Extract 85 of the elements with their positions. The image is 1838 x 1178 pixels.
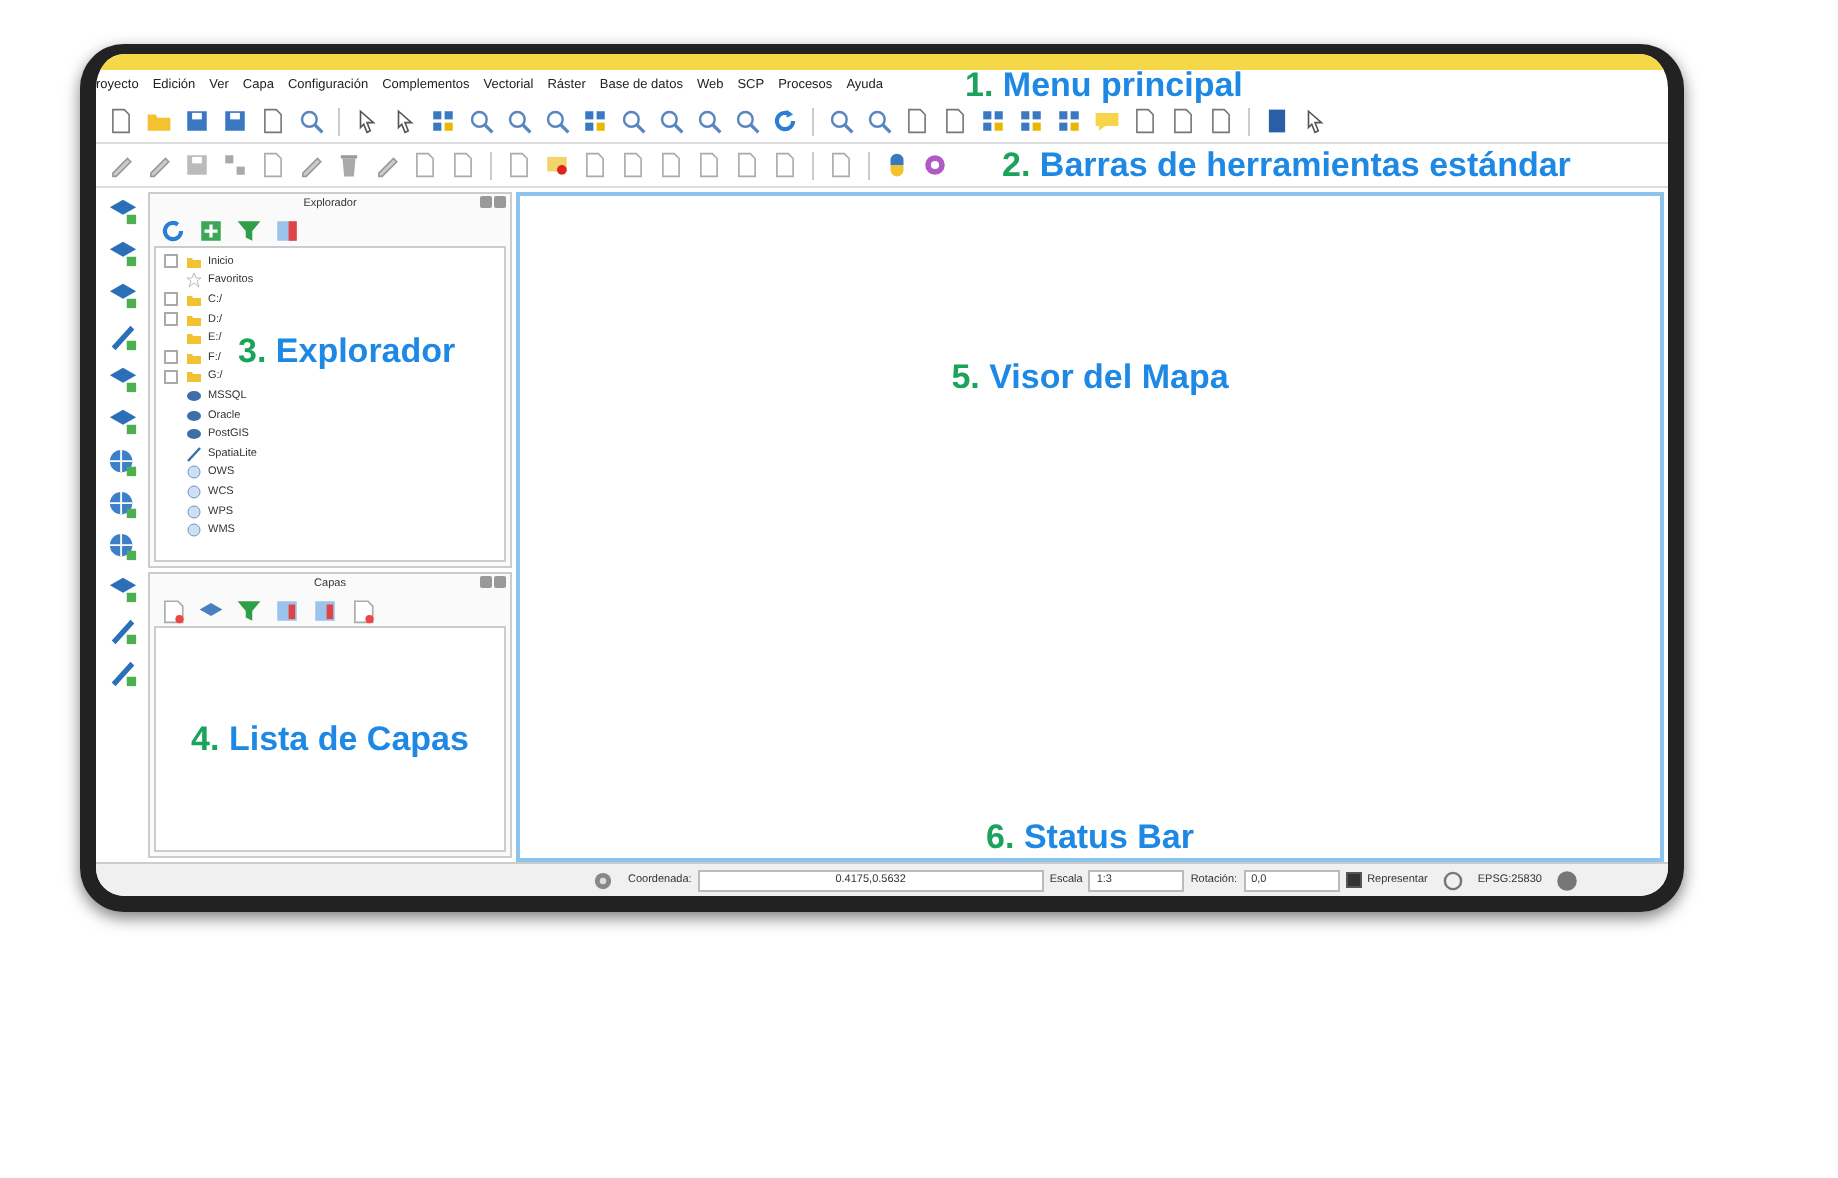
doc-icon[interactable] bbox=[1208, 108, 1234, 134]
pen-icon bbox=[186, 445, 202, 462]
cursor-icon[interactable] bbox=[1302, 108, 1328, 134]
trash-icon[interactable] bbox=[336, 152, 362, 178]
annotation-label: 3. Explorador bbox=[238, 334, 456, 368]
doc-icon[interactable] bbox=[582, 152, 608, 178]
doc-icon[interactable] bbox=[350, 597, 376, 623]
doc-icon[interactable] bbox=[828, 152, 854, 178]
doc-icon[interactable] bbox=[1132, 108, 1158, 134]
pencil-icon[interactable] bbox=[374, 152, 400, 178]
expand-icon[interactable] bbox=[164, 350, 178, 365]
grid-icon[interactable] bbox=[274, 597, 300, 623]
grid-icon[interactable] bbox=[980, 108, 1006, 134]
pencil-icon[interactable] bbox=[107, 658, 137, 688]
doc-icon[interactable] bbox=[450, 152, 476, 178]
plus-icon[interactable] bbox=[198, 217, 224, 243]
magnifier-icon[interactable] bbox=[696, 108, 722, 134]
expand-icon[interactable] bbox=[164, 369, 178, 384]
doc-icon[interactable] bbox=[772, 152, 798, 178]
layer-icon[interactable] bbox=[107, 238, 137, 268]
refresh-icon[interactable] bbox=[160, 217, 186, 243]
render-checkbox[interactable] bbox=[1345, 872, 1362, 888]
magnifier-icon[interactable] bbox=[828, 108, 854, 134]
annotation-label: 6. Status Bar bbox=[986, 820, 1194, 854]
ring-icon[interactable] bbox=[922, 152, 948, 178]
folder-icon bbox=[186, 253, 202, 270]
magnifier-icon[interactable] bbox=[544, 108, 570, 134]
annotation-label: 2. Barras de herramientas estándar bbox=[1002, 148, 1571, 182]
grid-icon[interactable] bbox=[1018, 108, 1044, 134]
magnifier-icon[interactable] bbox=[468, 108, 494, 134]
float-button[interactable] bbox=[480, 576, 492, 588]
doc-icon[interactable] bbox=[260, 108, 286, 134]
floppy-icon[interactable] bbox=[184, 108, 210, 134]
doc-icon[interactable] bbox=[904, 108, 930, 134]
layer-icon[interactable] bbox=[107, 406, 137, 436]
pencil-icon[interactable] bbox=[298, 152, 324, 178]
doc-icon[interactable] bbox=[412, 152, 438, 178]
map-canvas[interactable]: 5. Visor del Mapa 6. Status Bar bbox=[516, 192, 1664, 862]
book-icon[interactable] bbox=[1264, 108, 1290, 134]
cursor-icon[interactable] bbox=[392, 108, 418, 134]
doc-icon[interactable] bbox=[942, 108, 968, 134]
grid-icon[interactable] bbox=[274, 217, 300, 243]
layer-icon[interactable] bbox=[107, 196, 137, 226]
grid-icon[interactable] bbox=[312, 597, 338, 623]
expand-icon[interactable] bbox=[164, 292, 178, 307]
gear-icon[interactable] bbox=[590, 867, 616, 893]
doc-icon[interactable] bbox=[108, 108, 134, 134]
grid-icon[interactable] bbox=[222, 152, 248, 178]
grid-icon[interactable] bbox=[430, 108, 456, 134]
cursor-icon[interactable] bbox=[354, 108, 380, 134]
float-button[interactable] bbox=[480, 196, 492, 208]
annotation-label: 4. Lista de Capas bbox=[191, 722, 469, 756]
floppy-icon[interactable] bbox=[222, 108, 248, 134]
magnifier-icon[interactable] bbox=[866, 108, 892, 134]
doc-icon[interactable] bbox=[260, 152, 286, 178]
pencil-icon[interactable] bbox=[107, 322, 137, 352]
grid-icon[interactable] bbox=[582, 108, 608, 134]
expand-icon[interactable] bbox=[164, 312, 178, 327]
magnifier-icon[interactable] bbox=[506, 108, 532, 134]
doc-icon[interactable] bbox=[658, 152, 684, 178]
doc-icon[interactable] bbox=[506, 152, 532, 178]
pencil-icon[interactable] bbox=[146, 152, 172, 178]
layer-icon[interactable] bbox=[107, 280, 137, 310]
pencil-icon[interactable] bbox=[108, 152, 134, 178]
doc-icon[interactable] bbox=[696, 152, 722, 178]
layer-icon[interactable] bbox=[107, 364, 137, 394]
star-icon bbox=[186, 272, 202, 289]
refresh-icon[interactable] bbox=[772, 108, 798, 134]
close-button[interactable] bbox=[494, 196, 506, 208]
grid-icon[interactable] bbox=[1056, 108, 1082, 134]
doc-icon[interactable] bbox=[734, 152, 760, 178]
doc-icon[interactable] bbox=[1170, 108, 1196, 134]
expand-icon[interactable] bbox=[164, 254, 178, 269]
layer-icon[interactable] bbox=[107, 574, 137, 604]
close-button[interactable] bbox=[494, 576, 506, 588]
doc-icon[interactable] bbox=[620, 152, 646, 178]
annotation-label: 1. Menu principal bbox=[965, 68, 1243, 102]
magnifier-icon[interactable] bbox=[658, 108, 684, 134]
annotation-label: 5. Visor del Mapa bbox=[951, 360, 1229, 394]
magnifier-icon[interactable] bbox=[298, 108, 324, 134]
magnifier-icon[interactable] bbox=[734, 108, 760, 134]
magnifier-icon[interactable] bbox=[620, 108, 646, 134]
doc-icon[interactable] bbox=[160, 597, 186, 623]
layer-icon[interactable] bbox=[544, 152, 570, 178]
pencil-icon[interactable] bbox=[107, 616, 137, 646]
